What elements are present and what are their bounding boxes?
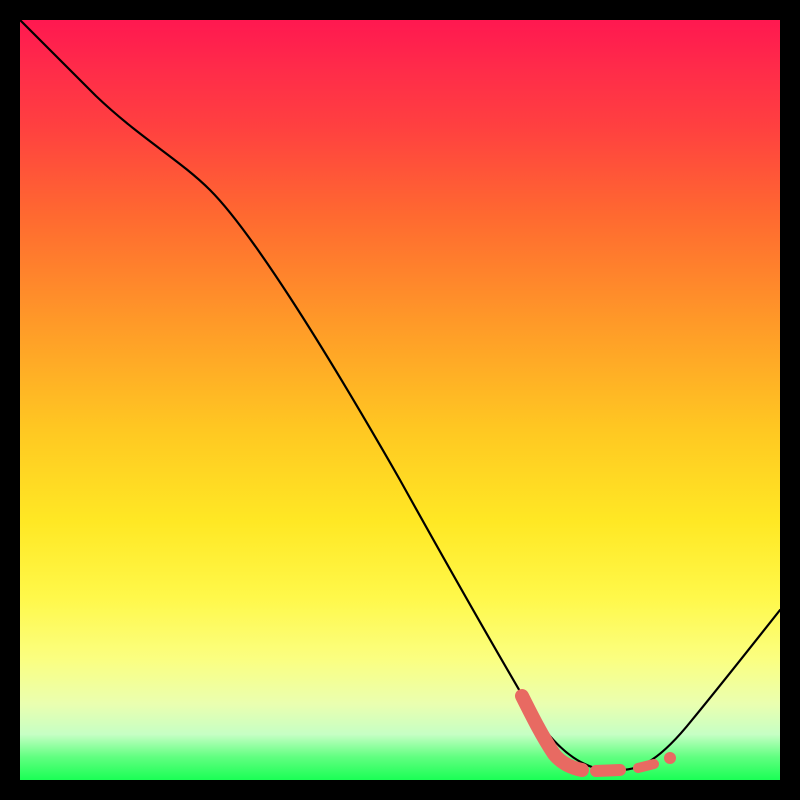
plot-area — [20, 20, 780, 780]
chart-frame: TheBottleneck.com — [20, 20, 780, 780]
optimal-range-seg-1 — [522, 696, 582, 770]
optimal-range-seg-2 — [596, 770, 620, 771]
optimal-range-dot — [664, 752, 676, 764]
bottleneck-curve — [20, 20, 780, 770]
curve-layer — [20, 20, 780, 780]
optimal-range-seg-3 — [638, 764, 654, 768]
